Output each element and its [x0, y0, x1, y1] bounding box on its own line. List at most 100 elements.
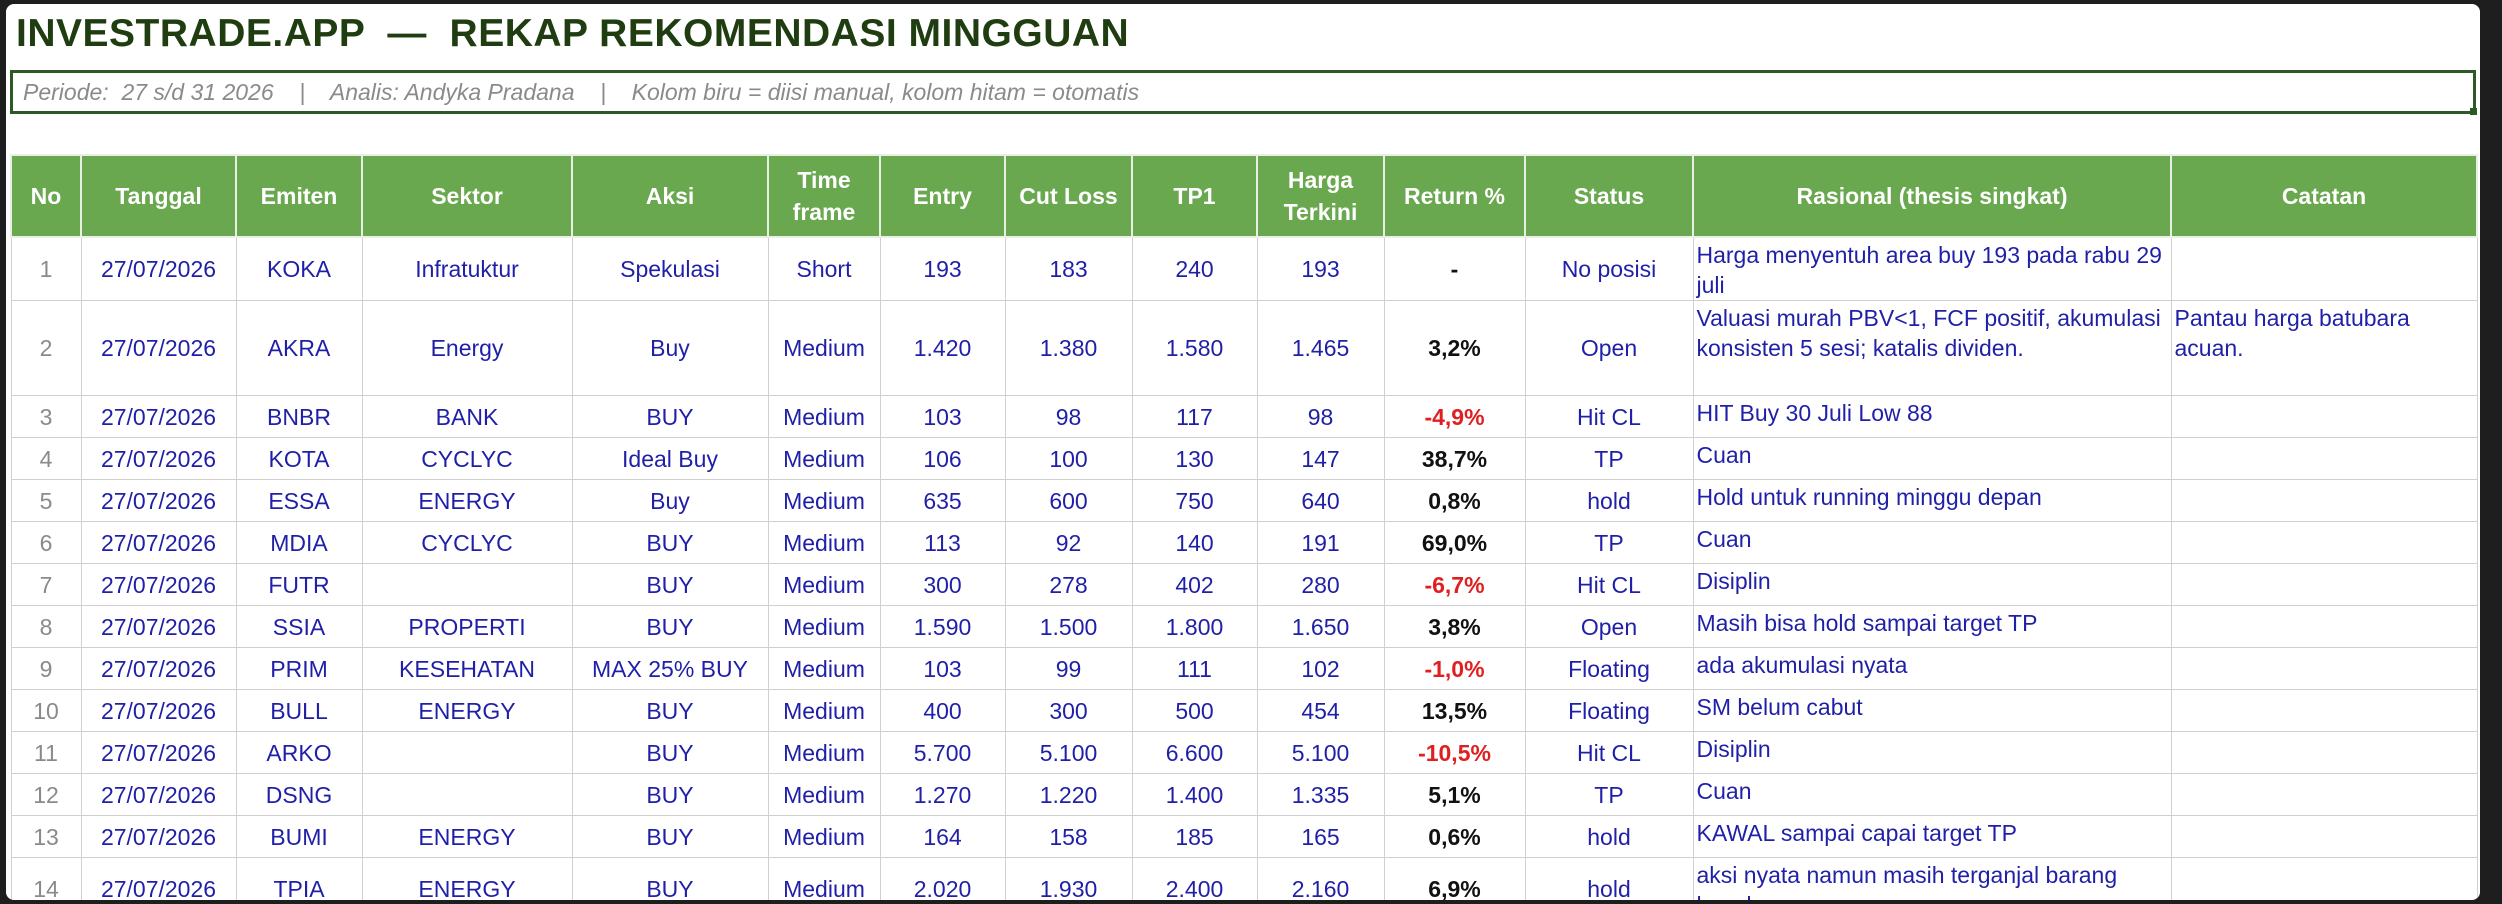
cell-rasional[interactable]: SM belum cabut [1692, 689, 2172, 732]
cell-cut-loss[interactable]: 600 [1004, 479, 1133, 522]
cell-entry[interactable]: 103 [879, 395, 1006, 438]
cell-status[interactable]: Hit CL [1524, 731, 1694, 774]
cell-entry[interactable]: 164 [879, 815, 1006, 858]
cell-entry[interactable]: 106 [879, 437, 1006, 480]
cell-tp1[interactable]: 1.800 [1131, 605, 1258, 648]
cell-catatan[interactable] [2170, 479, 2478, 522]
cell-return[interactable]: -10,5% [1383, 731, 1526, 774]
cell-aksi[interactable]: BUY [571, 521, 769, 564]
cell-time-frame[interactable]: Medium [767, 773, 881, 816]
cell-status[interactable]: Hit CL [1524, 563, 1694, 606]
cell-catatan[interactable] [2170, 605, 2478, 648]
cell-no[interactable]: 10 [10, 689, 82, 732]
cell-tanggal[interactable]: 27/07/2026 [80, 605, 237, 648]
cell-tanggal[interactable]: 27/07/2026 [80, 731, 237, 774]
cell-rasional[interactable]: Valuasi murah PBV<1, FCF positif, akumul… [1692, 300, 2172, 396]
cell-aksi[interactable]: BUY [571, 605, 769, 648]
cell-status[interactable]: TP [1524, 437, 1694, 480]
column-header-sektor[interactable]: Sektor [361, 154, 573, 238]
cell-rasional[interactable]: Hold untuk running minggu depan [1692, 479, 2172, 522]
cell-return[interactable]: 0,6% [1383, 815, 1526, 858]
cell-sektor[interactable]: KESEHATAN [361, 647, 573, 690]
cell-time-frame[interactable]: Medium [767, 300, 881, 396]
cell-return[interactable]: -6,7% [1383, 563, 1526, 606]
cell-time-frame[interactable]: Medium [767, 857, 881, 900]
cell-entry[interactable]: 113 [879, 521, 1006, 564]
cell-catatan[interactable] [2170, 815, 2478, 858]
column-header-emiten[interactable]: Emiten [235, 154, 363, 238]
cell-catatan[interactable] [2170, 563, 2478, 606]
cell-time-frame[interactable]: Medium [767, 689, 881, 732]
cell-emiten[interactable]: KOTA [235, 437, 363, 480]
cell-status[interactable]: Floating [1524, 689, 1694, 732]
column-header-rasional[interactable]: Rasional (thesis singkat) [1692, 154, 2172, 238]
cell-rasional[interactable]: aksi nyata namun masih terganjal barang … [1692, 857, 2172, 900]
cell-return[interactable]: 3,2% [1383, 300, 1526, 396]
cell-emiten[interactable]: KOKA [235, 236, 363, 301]
cell-catatan[interactable] [2170, 857, 2478, 900]
cell-entry[interactable]: 400 [879, 689, 1006, 732]
cell-rasional[interactable]: Disiplin [1692, 563, 2172, 606]
cell-sektor[interactable] [361, 773, 573, 816]
cell-entry[interactable]: 300 [879, 563, 1006, 606]
cell-no[interactable]: 7 [10, 563, 82, 606]
cell-harga-terkini[interactable]: 1.335 [1256, 773, 1385, 816]
cell-harga-terkini[interactable]: 1.650 [1256, 605, 1385, 648]
cell-emiten[interactable]: BNBR [235, 395, 363, 438]
cell-emiten[interactable]: TPIA [235, 857, 363, 900]
cell-harga-terkini[interactable]: 5.100 [1256, 731, 1385, 774]
cell-sektor[interactable]: ENERGY [361, 815, 573, 858]
cell-rasional[interactable]: HIT Buy 30 Juli Low 88 [1692, 395, 2172, 438]
cell-emiten[interactable]: BULL [235, 689, 363, 732]
cell-time-frame[interactable]: Medium [767, 521, 881, 564]
cell-cut-loss[interactable]: 183 [1004, 236, 1133, 301]
cell-tp1[interactable]: 240 [1131, 236, 1258, 301]
cell-status[interactable]: hold [1524, 815, 1694, 858]
cell-sektor[interactable]: ENERGY [361, 857, 573, 900]
cell-emiten[interactable]: SSIA [235, 605, 363, 648]
cell-tp1[interactable]: 2.400 [1131, 857, 1258, 900]
cell-cut-loss[interactable]: 98 [1004, 395, 1133, 438]
cell-time-frame[interactable]: Medium [767, 815, 881, 858]
cell-emiten[interactable]: ARKO [235, 731, 363, 774]
cell-harga-terkini[interactable]: 454 [1256, 689, 1385, 732]
cell-tanggal[interactable]: 27/07/2026 [80, 563, 237, 606]
column-header-cut-loss[interactable]: Cut Loss [1004, 154, 1133, 238]
cell-emiten[interactable]: PRIM [235, 647, 363, 690]
cell-catatan[interactable]: Pantau harga batubara acuan. [2170, 300, 2478, 396]
cell-harga-terkini[interactable]: 640 [1256, 479, 1385, 522]
cell-no[interactable]: 9 [10, 647, 82, 690]
cell-cut-loss[interactable]: 1.220 [1004, 773, 1133, 816]
cell-emiten[interactable]: FUTR [235, 563, 363, 606]
cell-entry[interactable]: 103 [879, 647, 1006, 690]
cell-time-frame[interactable]: Short [767, 236, 881, 301]
cell-no[interactable]: 11 [10, 731, 82, 774]
cell-aksi[interactable]: BUY [571, 815, 769, 858]
column-header-entry[interactable]: Entry [879, 154, 1006, 238]
cell-entry[interactable]: 1.590 [879, 605, 1006, 648]
cell-aksi[interactable]: BUY [571, 563, 769, 606]
cell-catatan[interactable] [2170, 437, 2478, 480]
cell-sektor[interactable]: Energy [361, 300, 573, 396]
cell-time-frame[interactable]: Medium [767, 605, 881, 648]
cell-tanggal[interactable]: 27/07/2026 [80, 395, 237, 438]
cell-cut-loss[interactable]: 300 [1004, 689, 1133, 732]
cell-status[interactable]: TP [1524, 521, 1694, 564]
cell-return[interactable]: 5,1% [1383, 773, 1526, 816]
cell-return[interactable]: -4,9% [1383, 395, 1526, 438]
cell-time-frame[interactable]: Medium [767, 395, 881, 438]
column-header-tp1[interactable]: TP1 [1131, 154, 1258, 238]
cell-cut-loss[interactable]: 5.100 [1004, 731, 1133, 774]
cell-no[interactable]: 8 [10, 605, 82, 648]
cell-aksi[interactable]: Buy [571, 479, 769, 522]
cell-no[interactable]: 3 [10, 395, 82, 438]
cell-emiten[interactable]: MDIA [235, 521, 363, 564]
cell-emiten[interactable]: DSNG [235, 773, 363, 816]
cell-sektor[interactable]: BANK [361, 395, 573, 438]
cell-emiten[interactable]: BUMI [235, 815, 363, 858]
cell-no[interactable]: 2 [10, 300, 82, 396]
cell-catatan[interactable] [2170, 647, 2478, 690]
cell-cut-loss[interactable]: 99 [1004, 647, 1133, 690]
cell-tp1[interactable]: 185 [1131, 815, 1258, 858]
cell-no[interactable]: 13 [10, 815, 82, 858]
